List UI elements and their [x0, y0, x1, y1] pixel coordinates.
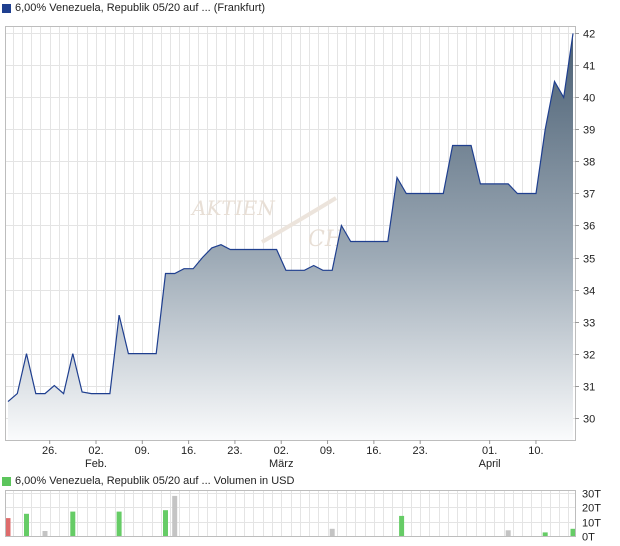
y-tick-label: 39 [583, 125, 595, 137]
volume-y-tick-label: 10T [582, 518, 601, 530]
volume-bar [542, 532, 548, 536]
y-tick-label: 40 [583, 93, 595, 105]
volume-bars-layer [5, 495, 576, 536]
y-tick-label: 36 [583, 221, 595, 233]
y-tick-label: 41 [583, 61, 595, 73]
volume-y-axis: 0T 10T 20T 30T [582, 489, 601, 544]
price-area-layer [7, 33, 574, 441]
x-month-label: April [479, 458, 501, 470]
y-tick-label: 30 [583, 414, 595, 426]
chart-canvas: AKTIEN CH 30 31 32 33 34 35 36 37 38 39 40 41 42 26.… [5, 26, 601, 544]
x-tick-label: 23. [413, 445, 428, 457]
watermark-logo: AKTIEN CH [190, 196, 345, 252]
volume-bar [24, 513, 29, 536]
x-tick-label: 02. [274, 445, 289, 457]
price-area-fill [8, 33, 573, 441]
volume-grid [6, 491, 575, 537]
volume-bar [505, 530, 511, 536]
x-tick-label: 26. [42, 445, 57, 457]
y-tick-label: 37 [583, 189, 595, 201]
y-tick-label: 38 [583, 157, 595, 169]
volume-bar [570, 528, 576, 536]
price-x-axis: 26. 02.Feb.09. 16. 23. 02.März09. 16. 23. 01.Ap… [42, 440, 544, 470]
volume-y-tick-label: 20T [582, 503, 601, 515]
y-tick-label: 31 [583, 382, 595, 394]
price-y-axis: 30 31 32 33 34 35 36 37 38 39 40 41 42 [575, 29, 595, 426]
x-tick-label: 10. [528, 445, 543, 457]
x-tick-label: 16. [181, 445, 196, 457]
x-tick-label: 23. [227, 445, 242, 457]
x-tick-label: 02. [88, 445, 103, 457]
volume-bar [329, 528, 335, 536]
volume-bar [5, 518, 11, 536]
watermark-text: AKTIEN [190, 196, 276, 220]
volume-y-tick-label: 30T [582, 489, 601, 501]
volume-y-tick-label: 0T [582, 532, 595, 544]
volume-bar [172, 495, 178, 536]
volume-bar [42, 531, 48, 536]
x-tick-label: 01. [482, 445, 497, 457]
volume-bar [70, 511, 76, 536]
volume-bar [163, 510, 168, 536]
y-tick-label: 35 [583, 254, 595, 266]
volume-plot-frame [5, 490, 576, 537]
x-month-label: Feb. [85, 458, 107, 470]
y-tick-label: 34 [583, 286, 595, 298]
x-tick-label: 09. [320, 445, 335, 457]
y-tick-label: 33 [583, 318, 595, 330]
y-tick-label: 42 [583, 29, 595, 41]
x-tick-label: 09. [135, 445, 150, 457]
volume-bar [399, 515, 405, 536]
y-tick-label: 32 [583, 350, 595, 362]
volume-bar [116, 511, 122, 536]
x-month-label: März [269, 458, 293, 470]
x-tick-label: 16. [366, 445, 381, 457]
